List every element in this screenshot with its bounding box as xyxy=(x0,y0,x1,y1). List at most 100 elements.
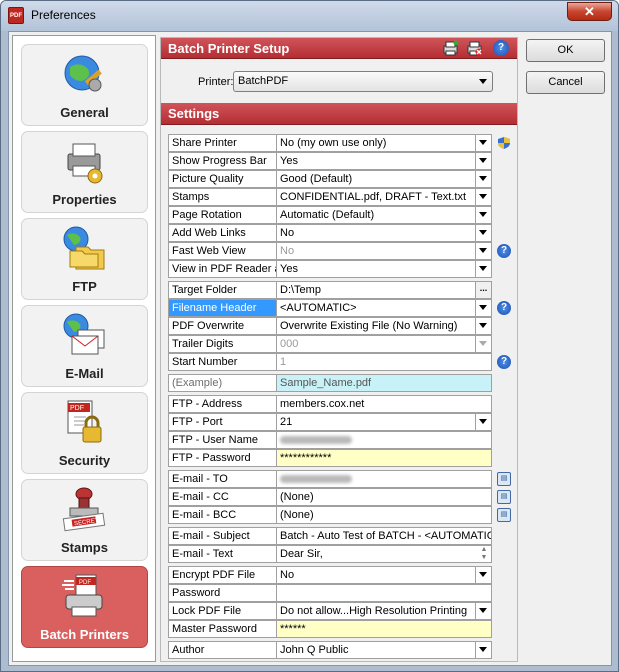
setting-value-e-mail-text[interactable]: Dear Sir, ▲ ▼ xyxy=(276,545,492,563)
chevron-down-icon[interactable] xyxy=(475,225,491,241)
chevron-down-icon[interactable] xyxy=(475,261,491,277)
setting-label[interactable]: Target Folder xyxy=(168,281,277,299)
address-book-icon[interactable]: ▤ xyxy=(497,508,511,522)
setting-value-page-rotation[interactable]: Automatic (Default) xyxy=(276,206,492,224)
title-bar[interactable]: PDF Preferences ✕ xyxy=(1,1,618,31)
setting-value-trailer-digits: 000 xyxy=(276,335,492,353)
setting-label[interactable]: E-mail - TO xyxy=(168,470,277,488)
chevron-down-icon[interactable] xyxy=(475,603,491,619)
setting-label[interactable]: Encrypt PDF File xyxy=(168,566,277,584)
chevron-down-icon[interactable] xyxy=(475,135,491,151)
sidebar-item-label: Properties xyxy=(52,192,117,207)
chevron-down-icon[interactable] xyxy=(475,207,491,223)
browse-folder-button[interactable]: ... xyxy=(475,282,491,298)
setting-label[interactable]: Page Rotation xyxy=(168,206,277,224)
shield-icon[interactable] xyxy=(497,136,511,150)
sidebar-item-stamps[interactable]: SECRET Stamps xyxy=(21,479,148,561)
setting-value-ftp-address[interactable]: members.cox.net xyxy=(276,395,492,413)
chevron-down-icon[interactable] xyxy=(475,642,491,658)
help-icon[interactable]: ? xyxy=(497,355,511,369)
setting-label[interactable]: FTP - Port xyxy=(168,413,277,431)
setting-label[interactable]: FTP - Address xyxy=(168,395,277,413)
setting-label[interactable]: E-mail - BCC xyxy=(168,506,277,524)
setting-value-encrypt-pdf-file[interactable]: No xyxy=(276,566,492,584)
setting-label[interactable]: Password xyxy=(168,584,277,602)
sidebar-item-ftp[interactable]: FTP xyxy=(21,218,148,300)
setting-value-text: No xyxy=(280,569,295,581)
setting-value-picture-quality[interactable]: Good (Default) xyxy=(276,170,492,188)
sidebar-item-security[interactable]: PDF Security xyxy=(21,392,148,474)
setting-label[interactable]: Trailer Digits xyxy=(168,335,277,353)
chevron-down-icon[interactable] xyxy=(475,153,491,169)
setting-label[interactable]: Master Password xyxy=(168,620,277,638)
setting-value-pdf-overwrite[interactable]: Overwrite Existing File (No Warning) xyxy=(276,317,492,335)
sidebar-item-e-mail[interactable]: E-Mail xyxy=(21,305,148,387)
setting-value-stamps[interactable]: CONFIDENTIAL.pdf, DRAFT - Text.txt xyxy=(276,188,492,206)
setting-label[interactable]: E-mail - CC xyxy=(168,488,277,506)
setting-value-ftp-password[interactable]: ************ xyxy=(276,449,492,467)
setting-label[interactable]: Add Web Links xyxy=(168,224,277,242)
chevron-down-icon[interactable] xyxy=(475,567,491,583)
setting-value-share-printer[interactable]: No (my own use only) xyxy=(276,134,492,152)
setting-label[interactable]: Lock PDF File xyxy=(168,602,277,620)
printer-select[interactable]: BatchPDF xyxy=(233,71,493,92)
setting-label[interactable]: E-mail - Text xyxy=(168,545,277,563)
chevron-down-icon[interactable] xyxy=(475,414,491,430)
scroll-arrows-icon[interactable]: ▲ ▼ xyxy=(477,546,491,562)
help-icon[interactable]: ? xyxy=(497,301,511,315)
help-icon[interactable]: ? xyxy=(493,40,509,56)
setting-label[interactable]: (Example) xyxy=(168,374,277,392)
chevron-down-icon[interactable] xyxy=(475,189,491,205)
sidebar-item-general[interactable]: General xyxy=(21,44,148,126)
setting-value-e-mail-to[interactable] xyxy=(276,470,492,488)
setting-value-target-folder[interactable]: D:\Temp... xyxy=(276,281,492,299)
pdf-app-icon: PDF xyxy=(8,7,24,24)
setting-row-add-web-links: Add Web Links No xyxy=(168,224,492,242)
add-printer-icon[interactable] xyxy=(442,40,459,57)
setting-label[interactable]: FTP - User Name xyxy=(168,431,277,449)
chevron-down-icon[interactable] xyxy=(475,243,491,259)
address-book-icon[interactable]: ▤ xyxy=(497,490,511,504)
setting-label[interactable]: PDF Overwrite xyxy=(168,317,277,335)
close-button[interactable]: ✕ xyxy=(567,2,612,21)
setting-label[interactable]: Stamps xyxy=(168,188,277,206)
delete-printer-icon[interactable] xyxy=(466,40,483,57)
setting-value-view-in-pdf-reader-after[interactable]: Yes xyxy=(276,260,492,278)
window-title: Preferences xyxy=(31,8,96,22)
setting-label[interactable]: Picture Quality xyxy=(168,170,277,188)
chevron-down-icon[interactable] xyxy=(475,171,491,187)
setting-value-start-number: 1 xyxy=(276,353,492,371)
setting-label[interactable]: Share Printer xyxy=(168,134,277,152)
setting-value-ftp-port[interactable]: 21 xyxy=(276,413,492,431)
setting-label[interactable]: E-mail - Subject xyxy=(168,527,277,545)
chevron-down-icon[interactable] xyxy=(475,300,491,316)
setting-value-password[interactable] xyxy=(276,584,492,602)
setting-label[interactable]: Filename Header xyxy=(168,299,277,317)
setting-value-e-mail-subject[interactable]: Batch - Auto Test of BATCH - <AUTOMATIC xyxy=(276,527,492,545)
setting-value-author[interactable]: John Q Public xyxy=(276,641,492,659)
setting-label[interactable]: Fast Web View xyxy=(168,242,277,260)
setting-value-ftp-user-name[interactable] xyxy=(276,431,492,449)
setting-value-show-progress-bar[interactable]: Yes xyxy=(276,152,492,170)
address-book-icon[interactable]: ▤ xyxy=(497,472,511,486)
setting-label[interactable]: Author xyxy=(168,641,277,659)
setting-label[interactable]: Show Progress Bar xyxy=(168,152,277,170)
setting-value-master-password[interactable]: ****** xyxy=(276,620,492,638)
setting-value-text: CONFIDENTIAL.pdf, DRAFT - Text.txt xyxy=(280,191,467,203)
setting-value-example[interactable]: Sample_Name.pdf xyxy=(276,374,492,392)
setting-value-e-mail-bcc[interactable]: (None) xyxy=(276,506,492,524)
setting-value-add-web-links[interactable]: No xyxy=(276,224,492,242)
svg-text:PDF: PDF xyxy=(79,580,91,586)
ok-button[interactable]: OK xyxy=(526,39,605,62)
help-icon[interactable]: ? xyxy=(497,244,511,258)
setting-value-filename-header[interactable]: <AUTOMATIC> xyxy=(276,299,492,317)
setting-value-e-mail-cc[interactable]: (None) xyxy=(276,488,492,506)
chevron-down-icon[interactable] xyxy=(475,318,491,334)
setting-value-lock-pdf-file[interactable]: Do not allow...High Resolution Printing xyxy=(276,602,492,620)
setting-label[interactable]: FTP - Password xyxy=(168,449,277,467)
sidebar-item-batch-printers[interactable]: PDF Batch Printers xyxy=(21,566,148,648)
setting-label[interactable]: Start Number xyxy=(168,353,277,371)
setting-label[interactable]: View in PDF Reader after xyxy=(168,260,277,278)
cancel-button[interactable]: Cancel xyxy=(526,71,605,94)
sidebar-item-properties[interactable]: Properties xyxy=(21,131,148,213)
